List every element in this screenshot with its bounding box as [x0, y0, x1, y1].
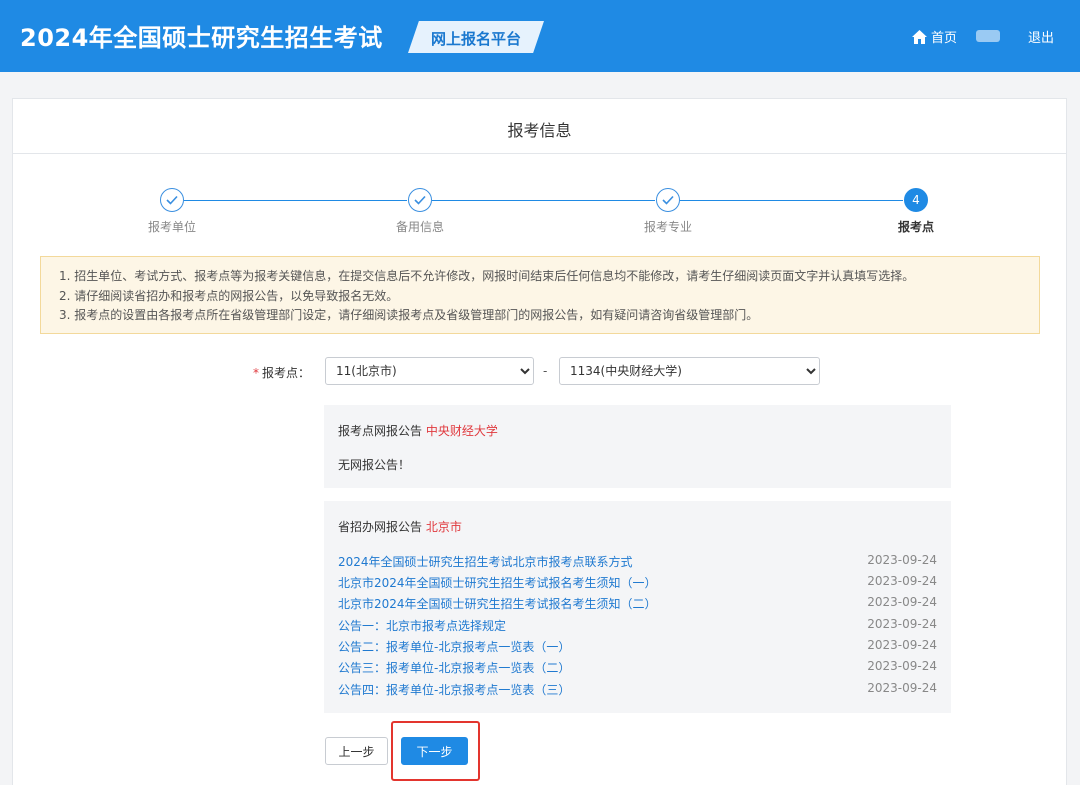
site-notice-text: 无网报公告！	[338, 458, 411, 472]
top-bar: 2024年全国硕士研究生招生考试 网上报名平台 首页 退出	[0, 0, 1080, 72]
site-notice-box: 报考点网报公告 中央财经大学 无网报公告！	[324, 405, 951, 488]
site-notice-title: 报考点网报公告 中央财经大学	[338, 422, 498, 439]
step-connector	[680, 200, 903, 201]
exam-site-label-text: 报考点：	[262, 366, 311, 380]
nav-home-link[interactable]: 首页	[912, 27, 957, 46]
announcement-date: 2023-09-24	[867, 659, 937, 673]
check-icon	[166, 195, 178, 205]
step-label-major: 报考专业	[643, 220, 692, 234]
panel-header: 报考信息	[13, 99, 1066, 154]
step-4-active-circle: 4	[904, 188, 928, 212]
announcement-link[interactable]: 公告四：报考单位-北京报考点一览表（三）	[338, 681, 570, 698]
announcement-date: 2023-09-24	[867, 574, 937, 588]
prev-step-button[interactable]: 上一步	[325, 737, 388, 765]
site-notice-title-text: 报考点网报公告	[338, 424, 423, 438]
announcement-link[interactable]: 公告一：北京市报考点选择规定	[338, 617, 506, 634]
notice-line: 2. 请仔细阅读省招办和报考点的网报公告，以免导致报名无效。	[59, 288, 399, 303]
nav-home-label: 首页	[931, 31, 958, 46]
province-select[interactable]: 11(北京市)	[325, 357, 534, 385]
home-icon	[912, 29, 927, 44]
platform-badge: 网上报名平台	[408, 21, 544, 53]
province-notice-highlight: 北京市	[425, 520, 462, 534]
main-panel: 报考信息 4 报考单位 备用信息 报考专业 报考点 1. 招生单位、考试方式、报…	[12, 98, 1067, 785]
announcement-link[interactable]: 2024年全国硕士研究生招生考试北京市报考点联系方式	[338, 553, 633, 570]
announcement-date: 2023-09-24	[867, 638, 937, 652]
required-mark: *	[253, 366, 259, 380]
announcement-date: 2023-09-24	[867, 681, 937, 695]
step-label-unit: 报考单位	[147, 220, 196, 234]
announcement-link[interactable]: 公告三：报考单位-北京报考点一览表（二）	[338, 659, 570, 676]
announcement-link[interactable]: 公告二：报考单位-北京报考点一览表（一）	[338, 638, 570, 655]
announcement-date: 2023-09-24	[867, 553, 937, 567]
check-icon	[662, 195, 674, 205]
province-notice-title: 省招办网报公告 北京市	[338, 518, 462, 535]
exam-site-select[interactable]: 1134(中央财经大学)	[559, 357, 820, 385]
step-label-backup: 备用信息	[395, 220, 444, 234]
notice-line: 3. 报考点的设置由各报考点所在省级管理部门设定，请仔细阅读报考点及省级管理部门…	[59, 308, 759, 322]
step-label-site: 报考点	[897, 220, 934, 234]
notice-box: 1. 招生单位、考试方式、报考点等为报考关键信息，在提交信息后不允许修改，网报时…	[40, 256, 1040, 334]
check-icon	[414, 195, 426, 205]
step-3-done-circle	[656, 188, 680, 212]
province-notice-box: 省招办网报公告 北京市 2024年全国硕士研究生招生考试北京市报考点联系方式 2…	[324, 501, 951, 713]
announcement-date: 2023-09-24	[867, 617, 937, 631]
exam-site-label: * 报考点：	[253, 364, 310, 381]
page-title: 报考信息	[507, 121, 572, 140]
next-step-button[interactable]: 下一步	[401, 737, 468, 765]
step-1-done-circle	[160, 188, 184, 212]
select-separator: -	[543, 364, 548, 378]
site-title: 2024年全国硕士研究生招生考试	[20, 24, 383, 52]
logout-link[interactable]: 退出	[1028, 27, 1054, 46]
step-connector	[184, 200, 407, 201]
user-name-redacted	[976, 30, 1000, 42]
announcement-link[interactable]: 北京市2024年全国硕士研究生招生考试报名考生须知（二）	[338, 595, 657, 612]
notice-line: 1. 招生单位、考试方式、报考点等为报考关键信息，在提交信息后不允许修改，网报时…	[59, 269, 915, 283]
site-notice-highlight: 中央财经大学	[425, 424, 498, 438]
announcement-date: 2023-09-24	[867, 595, 937, 609]
platform-label: 网上报名平台	[430, 30, 521, 48]
step-2-done-circle	[408, 188, 432, 212]
step-connector	[432, 200, 655, 201]
announcement-link[interactable]: 北京市2024年全国硕士研究生招生考试报名考生须知（一）	[338, 574, 657, 591]
province-notice-title-text: 省招办网报公告	[338, 520, 423, 534]
